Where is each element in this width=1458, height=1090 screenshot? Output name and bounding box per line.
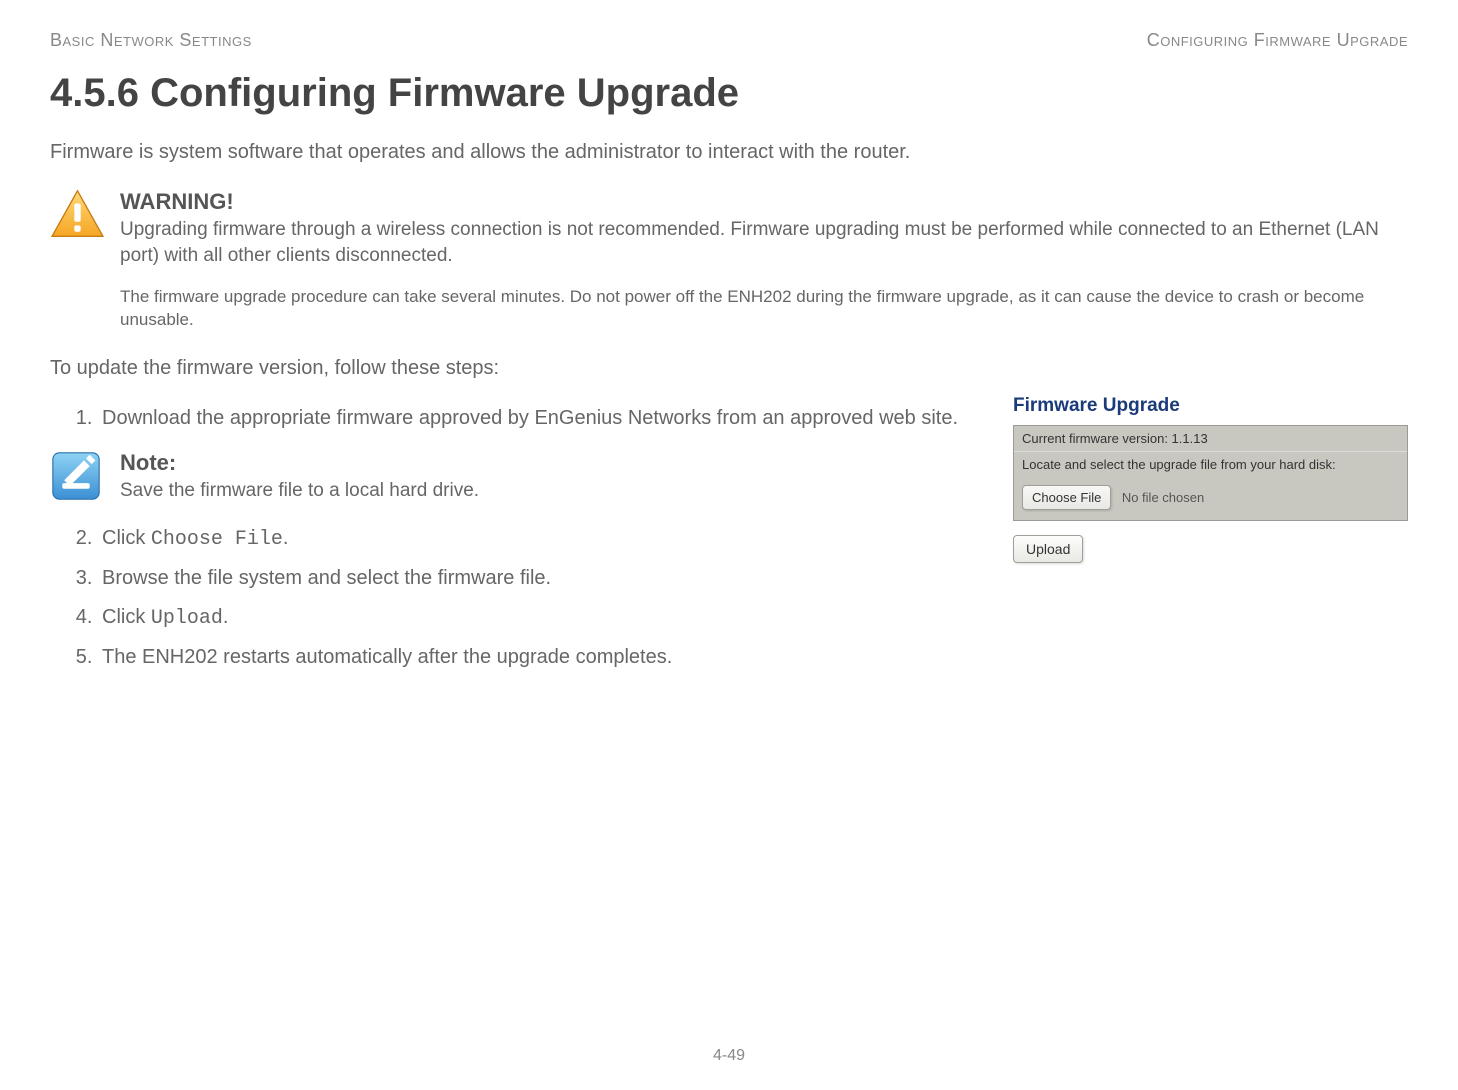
warning-callout: WARNING! Upgrading firmware through a wi… [50, 189, 1408, 332]
page-number: 4-49 [713, 1047, 745, 1065]
intro-text: Firmware is system software that operate… [50, 141, 1408, 164]
firmware-upgrade-panel: Firmware Upgrade Current firmware versio… [1013, 395, 1408, 683]
locate-file-label: Locate and select the upgrade file from … [1014, 451, 1407, 477]
step-4: Click Upload. [98, 604, 983, 632]
step-3: Browse the file system and select the fi… [98, 565, 983, 592]
warning-text: Upgrading firmware through a wireless co… [120, 217, 1408, 268]
header-left: Basic Network Settings [50, 30, 252, 51]
note-title: Note: [120, 450, 983, 476]
step-5: The ENH202 restarts automatically after … [98, 644, 983, 671]
choose-file-button[interactable]: Choose File [1022, 485, 1111, 510]
note-icon [50, 450, 105, 507]
warning-title: WARNING! [120, 189, 1408, 215]
header-right: Configuring Firmware Upgrade [1147, 30, 1408, 51]
step-2: Click Choose File. [98, 525, 983, 553]
panel-title: Firmware Upgrade [1013, 395, 1408, 417]
note-callout: Note: Save the firmware file to a local … [50, 450, 983, 507]
firmware-version-label: Current firmware version: 1.1.13 [1014, 426, 1407, 451]
note-text: Save the firmware file to a local hard d… [120, 478, 983, 504]
step-1: Download the appropriate firmware approv… [98, 405, 983, 432]
warning-text2: The firmware upgrade procedure can take … [120, 286, 1408, 332]
section-title: 4.5.6 Configuring Firmware Upgrade [50, 71, 1408, 116]
page-header: Basic Network Settings Configuring Firmw… [50, 30, 1408, 51]
warning-icon [50, 189, 105, 244]
instruction-text: To update the firmware version, follow t… [50, 357, 1408, 380]
upload-button[interactable]: Upload [1013, 535, 1083, 563]
no-file-chosen-label: No file chosen [1122, 490, 1204, 505]
